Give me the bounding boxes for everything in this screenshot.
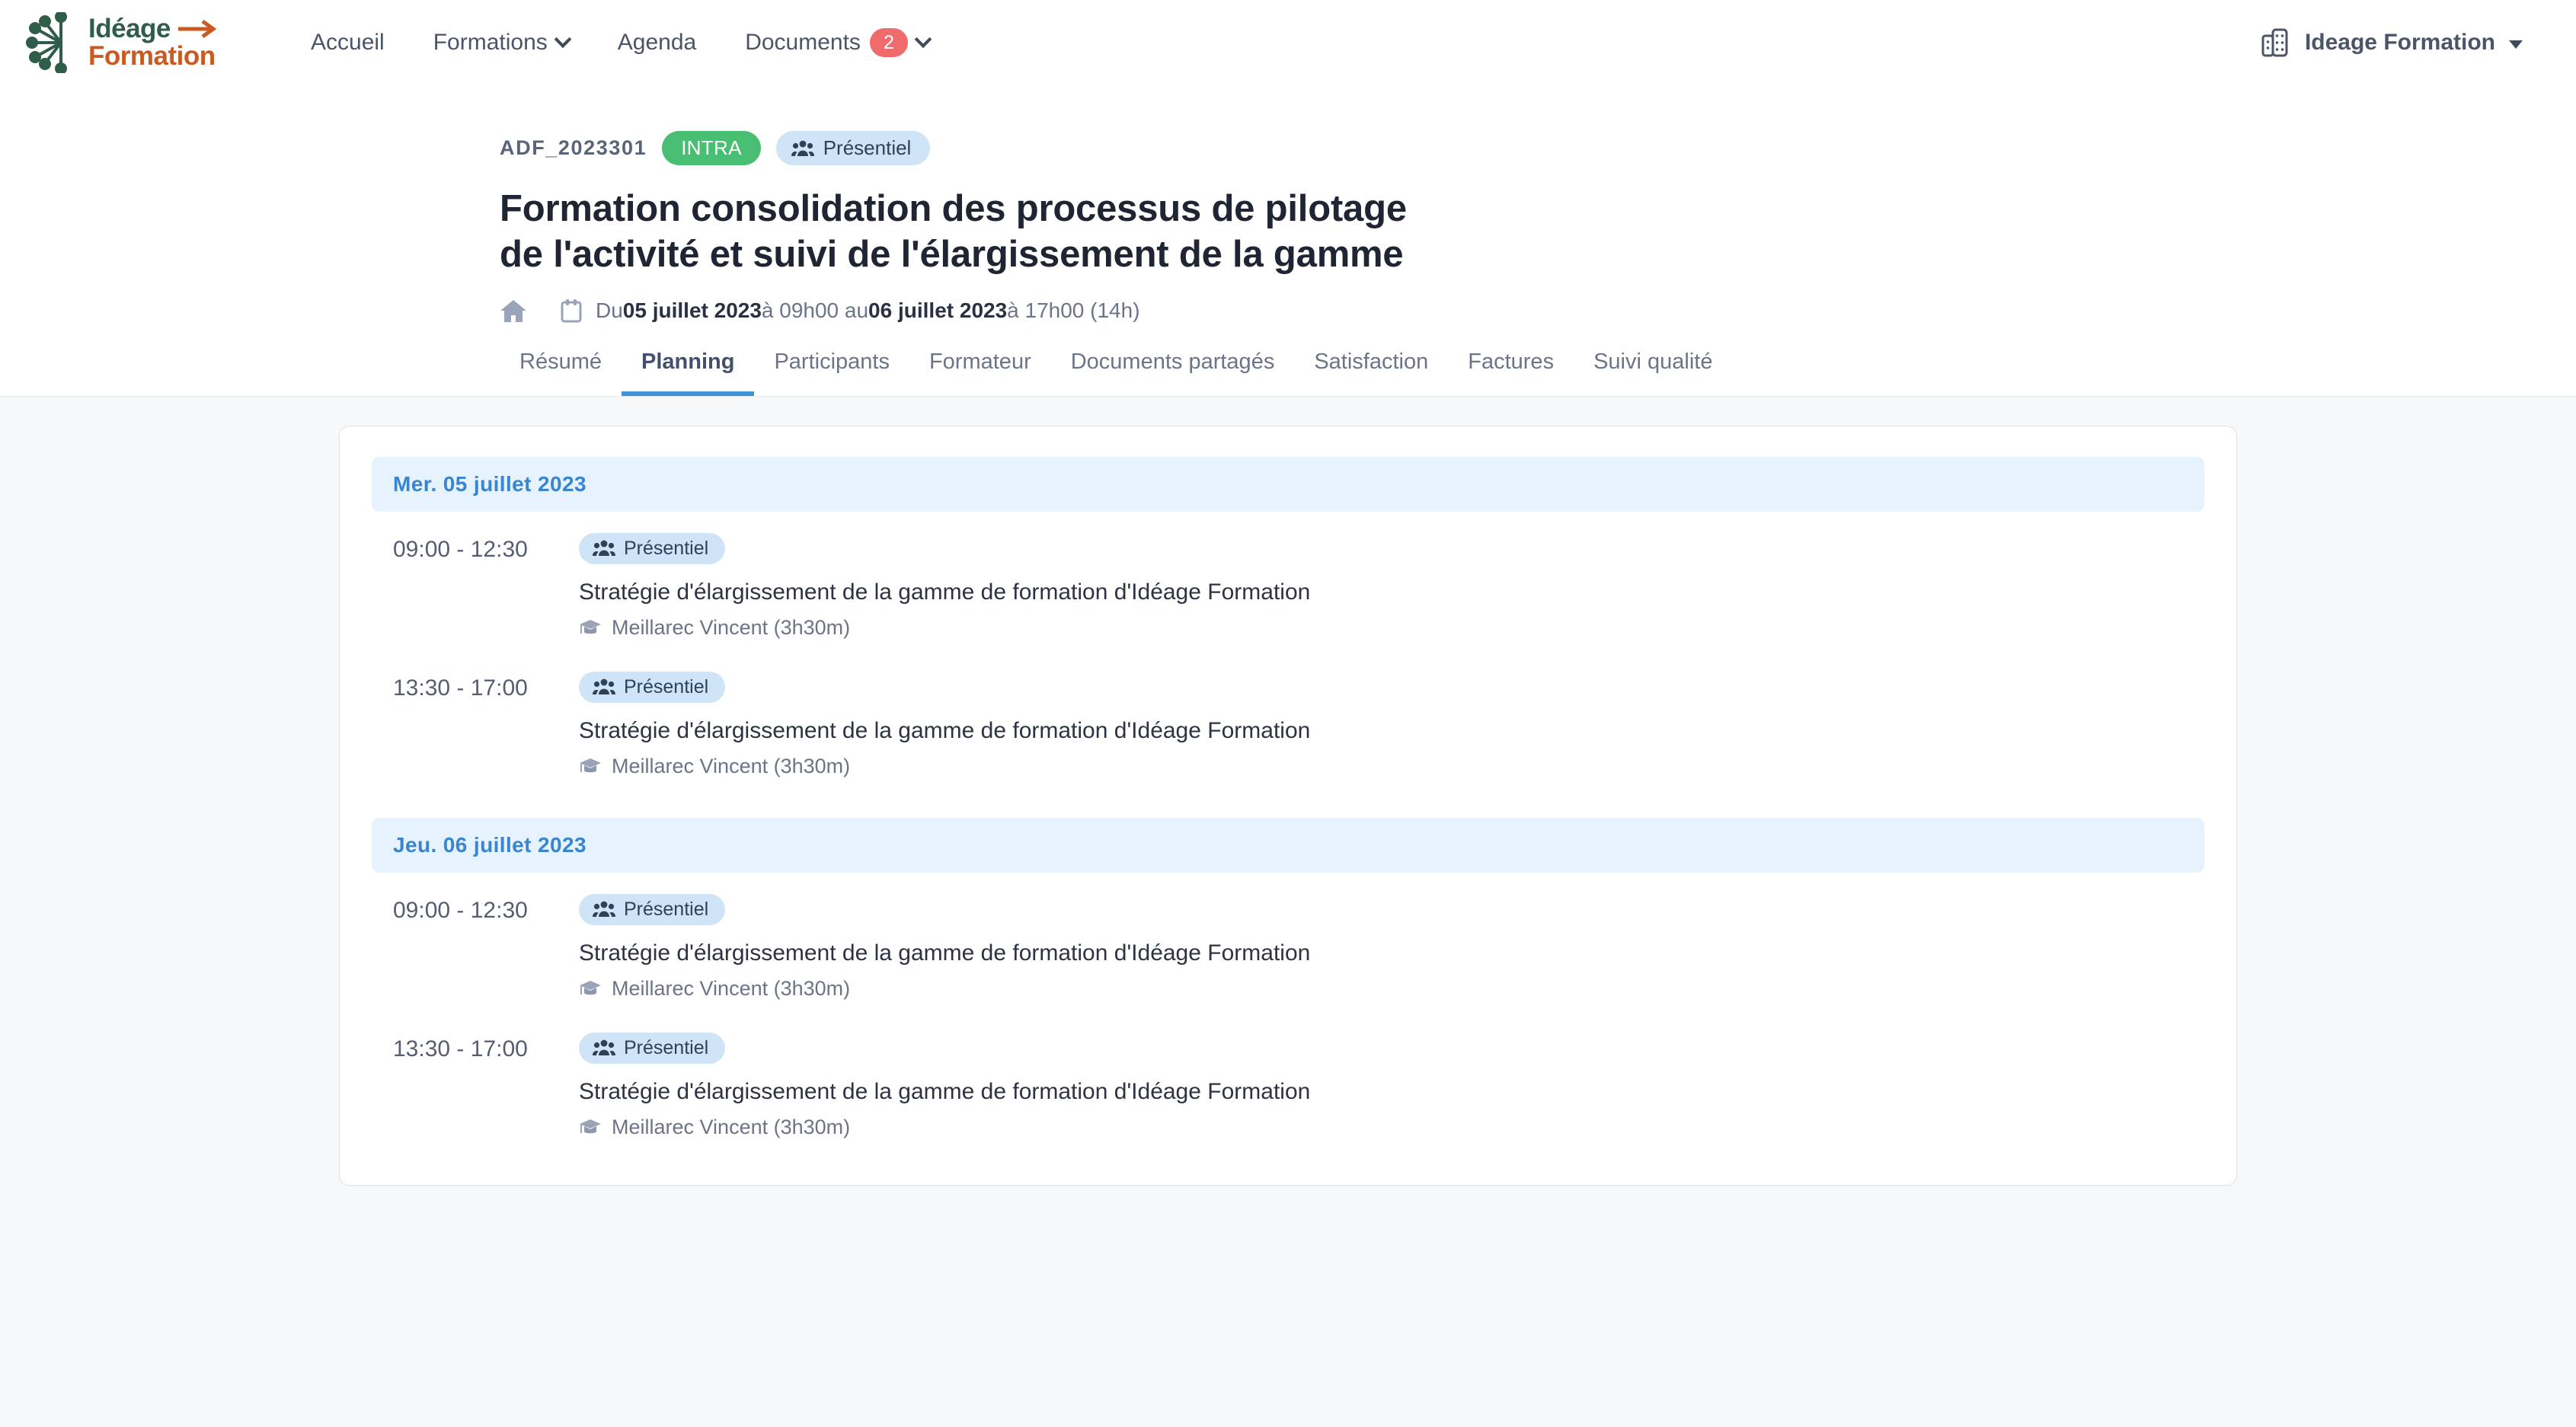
brand-line-2: Formation (88, 41, 216, 71)
graduation-cap-icon (580, 620, 601, 634)
session-time: 13:30 - 17:00 (393, 1036, 528, 1061)
tab-label: Formateur (928, 349, 1031, 374)
session-title: Stratégie d'élargissement de la gamme de… (579, 579, 1311, 605)
day-spacer (372, 789, 2204, 818)
tab-label: Participants (774, 349, 890, 374)
date-start: 05 juillet 2023 (622, 298, 762, 322)
tab-documents-partages[interactable]: Documents partagés (1051, 350, 1295, 396)
planning-day-header: Mer. 05 juillet 2023 (372, 456, 2204, 512)
page-header: ADF_2023301 INTRA Présentiel Formation c… (0, 85, 2576, 397)
nav-item-agenda[interactable]: Agenda (593, 0, 721, 85)
main-content: Mer. 05 juillet 2023 09:00 - 12:30 Prése… (0, 397, 2576, 1186)
tab-suivi-qualite[interactable]: Suivi qualité (1574, 350, 1732, 396)
planning-day-group: Mer. 05 juillet 2023 09:00 - 12:30 Prése… (372, 456, 2204, 789)
users-icon (791, 140, 814, 156)
nav-label-formations: Formations (433, 30, 548, 55)
planning-day-group: Jeu. 06 juillet 2023 09:00 - 12:30 Prése… (372, 817, 2204, 1150)
session-mode-label: Présentiel (624, 1036, 709, 1058)
meta-row: ADF_2023301 INTRA Présentiel (500, 131, 2576, 165)
tab-planning[interactable]: Planning (622, 349, 755, 396)
formation-reference: ADF_2023301 (500, 136, 647, 159)
session-mode-badge: Présentiel (579, 532, 726, 564)
session-title: Stratégie d'élargissement de la gamme de… (579, 717, 1311, 743)
tab-label: Satisfaction (1314, 349, 1429, 374)
nav-label-accueil: Accueil (311, 30, 385, 55)
tab-formateur[interactable]: Formateur (909, 350, 1051, 396)
nav-item-accueil[interactable]: Accueil (286, 0, 409, 85)
page-title: Formation consolidation des processus de… (500, 188, 1407, 275)
session-trainer-label: Meillarec Vincent (3h30m) (612, 976, 851, 1000)
graduation-cap-icon (580, 981, 601, 995)
session-trainer: Meillarec Vincent (3h30m) (579, 755, 2204, 778)
date-range-row: Du 05 juillet 2023 à 09h00 au 06 juillet… (500, 298, 2576, 324)
tab-factures[interactable]: Factures (1448, 350, 1574, 396)
status-badge-mode-label: Présentiel (823, 136, 912, 159)
main-nav: Accueil Formations Agenda Documents 2 (286, 0, 954, 85)
planning-card: Mer. 05 juillet 2023 09:00 - 12:30 Prése… (339, 425, 2237, 1186)
documents-badge: 2 (869, 27, 908, 58)
session-row[interactable]: 13:30 - 17:00 Présentiel Stratégie d'éla… (372, 1011, 2204, 1150)
session-mode-label: Présentiel (624, 675, 709, 698)
session-mode-badge: Présentiel (579, 1032, 726, 1064)
session-time: 09:00 - 12:30 (393, 897, 528, 923)
ideage-logo-icon (26, 12, 67, 73)
session-trainer-label: Meillarec Vincent (3h30m) (612, 1115, 851, 1138)
users-icon (593, 540, 615, 557)
session-mode-label: Présentiel (624, 898, 709, 920)
tab-bar: Résumé Planning Participants Formateur D… (0, 350, 2576, 396)
tab-label: Résumé (519, 349, 602, 374)
date-prefix: Du (596, 298, 623, 322)
tab-label: Planning (641, 349, 735, 374)
session-title: Stratégie d'élargissement de la gamme de… (579, 940, 1311, 966)
nav-label-documents: Documents (745, 30, 861, 55)
session-time: 13:30 - 17:00 (393, 675, 528, 701)
brand-line-1: Idéage (88, 14, 171, 44)
date-mid-1: à 09h00 au (761, 298, 869, 322)
session-mode-badge: Présentiel (579, 671, 726, 703)
arrow-right-icon (177, 20, 217, 39)
status-badge-mode: Présentiel (775, 131, 931, 165)
users-icon (593, 678, 615, 695)
session-row[interactable]: 13:30 - 17:00 Présentiel Stratégie d'éla… (372, 650, 2204, 789)
brand-logo[interactable]: Idéage Formation (26, 12, 254, 73)
tab-label: Factures (1468, 349, 1555, 374)
session-mode-label: Présentiel (624, 537, 709, 559)
tab-label: Suivi qualité (1593, 349, 1713, 374)
status-badge-intra: INTRA (662, 131, 761, 165)
caret-down-icon (2509, 40, 2523, 49)
nav-item-formations[interactable]: Formations (409, 0, 593, 85)
session-time: 09:00 - 12:30 (393, 536, 528, 562)
tab-participants[interactable]: Participants (754, 350, 909, 396)
home-icon[interactable] (500, 298, 527, 324)
session-trainer-label: Meillarec Vincent (3h30m) (612, 754, 851, 777)
session-trainer: Meillarec Vincent (3h30m) (579, 1116, 2204, 1139)
date-mid-2: à 17h00 (14h) (1007, 298, 1140, 322)
session-title: Stratégie d'élargissement de la gamme de… (579, 1078, 1311, 1104)
building-icon (2261, 28, 2288, 57)
tab-label: Documents partagés (1070, 349, 1275, 374)
nav-item-documents[interactable]: Documents 2 (721, 0, 954, 85)
chevron-down-icon (914, 30, 932, 49)
date-end: 06 juillet 2023 (868, 298, 1008, 322)
session-trainer: Meillarec Vincent (3h30m) (579, 616, 2204, 640)
session-trainer-label: Meillarec Vincent (3h30m) (612, 615, 851, 639)
tab-satisfaction[interactable]: Satisfaction (1294, 350, 1448, 396)
graduation-cap-icon (580, 758, 601, 773)
session-row[interactable]: 09:00 - 12:30 Présentiel Stratégie d'éla… (372, 873, 2204, 1011)
planning-day-header: Jeu. 06 juillet 2023 (372, 817, 2204, 873)
account-name: Ideage Formation (2304, 30, 2495, 55)
chevron-down-icon (554, 30, 572, 49)
top-navigation-bar: Idéage Formation Accueil Formations Agen… (0, 0, 2576, 85)
account-menu[interactable]: Ideage Formation (2261, 27, 2530, 59)
session-trainer: Meillarec Vincent (3h30m) (579, 977, 2204, 1001)
nav-label-agenda: Agenda (617, 30, 697, 55)
session-mode-badge: Présentiel (579, 893, 726, 925)
session-row[interactable]: 09:00 - 12:30 Présentiel Stratégie d'éla… (372, 512, 2204, 650)
users-icon (593, 1039, 615, 1056)
tab-resume[interactable]: Résumé (500, 350, 622, 396)
calendar-icon (561, 298, 582, 323)
graduation-cap-icon (580, 1119, 601, 1134)
users-icon (593, 901, 615, 918)
